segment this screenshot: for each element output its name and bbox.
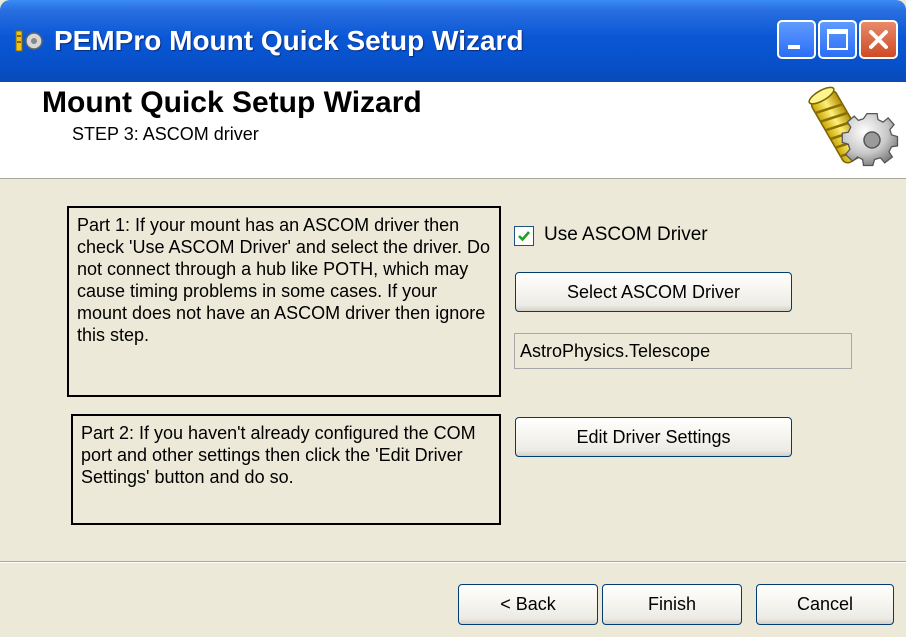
finish-button[interactable]: Finish	[602, 584, 742, 625]
use-ascom-checkbox[interactable]	[514, 226, 534, 246]
driver-name-field: AstroPhysics.Telescope	[514, 333, 852, 369]
part1-instructions: Part 1: If your mount has an ASCOM drive…	[67, 206, 501, 397]
footer-divider	[0, 561, 906, 563]
cancel-button[interactable]: Cancel	[756, 584, 894, 625]
wizard-window: PEMPro Mount Quick Setup Wizard Mount Qu…	[0, 0, 906, 637]
wizard-gear-icon	[808, 86, 899, 167]
close-icon	[869, 30, 888, 49]
title-bar[interactable]: PEMPro Mount Quick Setup Wizard	[0, 0, 906, 82]
minimize-button[interactable]	[777, 20, 816, 59]
minimize-icon	[788, 45, 800, 49]
edit-driver-settings-button[interactable]: Edit Driver Settings	[515, 417, 792, 457]
pempro-app-icon	[15, 30, 43, 52]
close-button[interactable]	[859, 20, 898, 59]
back-button[interactable]: < Back	[458, 584, 598, 625]
maximize-button[interactable]	[818, 20, 857, 59]
use-ascom-label[interactable]: Use ASCOM Driver	[544, 224, 708, 246]
select-ascom-driver-button[interactable]: Select ASCOM Driver	[515, 272, 792, 312]
window-title: PEMPro Mount Quick Setup Wizard	[54, 25, 524, 56]
checkmark-icon	[518, 231, 530, 242]
maximize-icon	[827, 29, 848, 50]
wizard-header	[0, 82, 906, 179]
part2-instructions: Part 2: If you haven't already configure…	[71, 414, 501, 525]
